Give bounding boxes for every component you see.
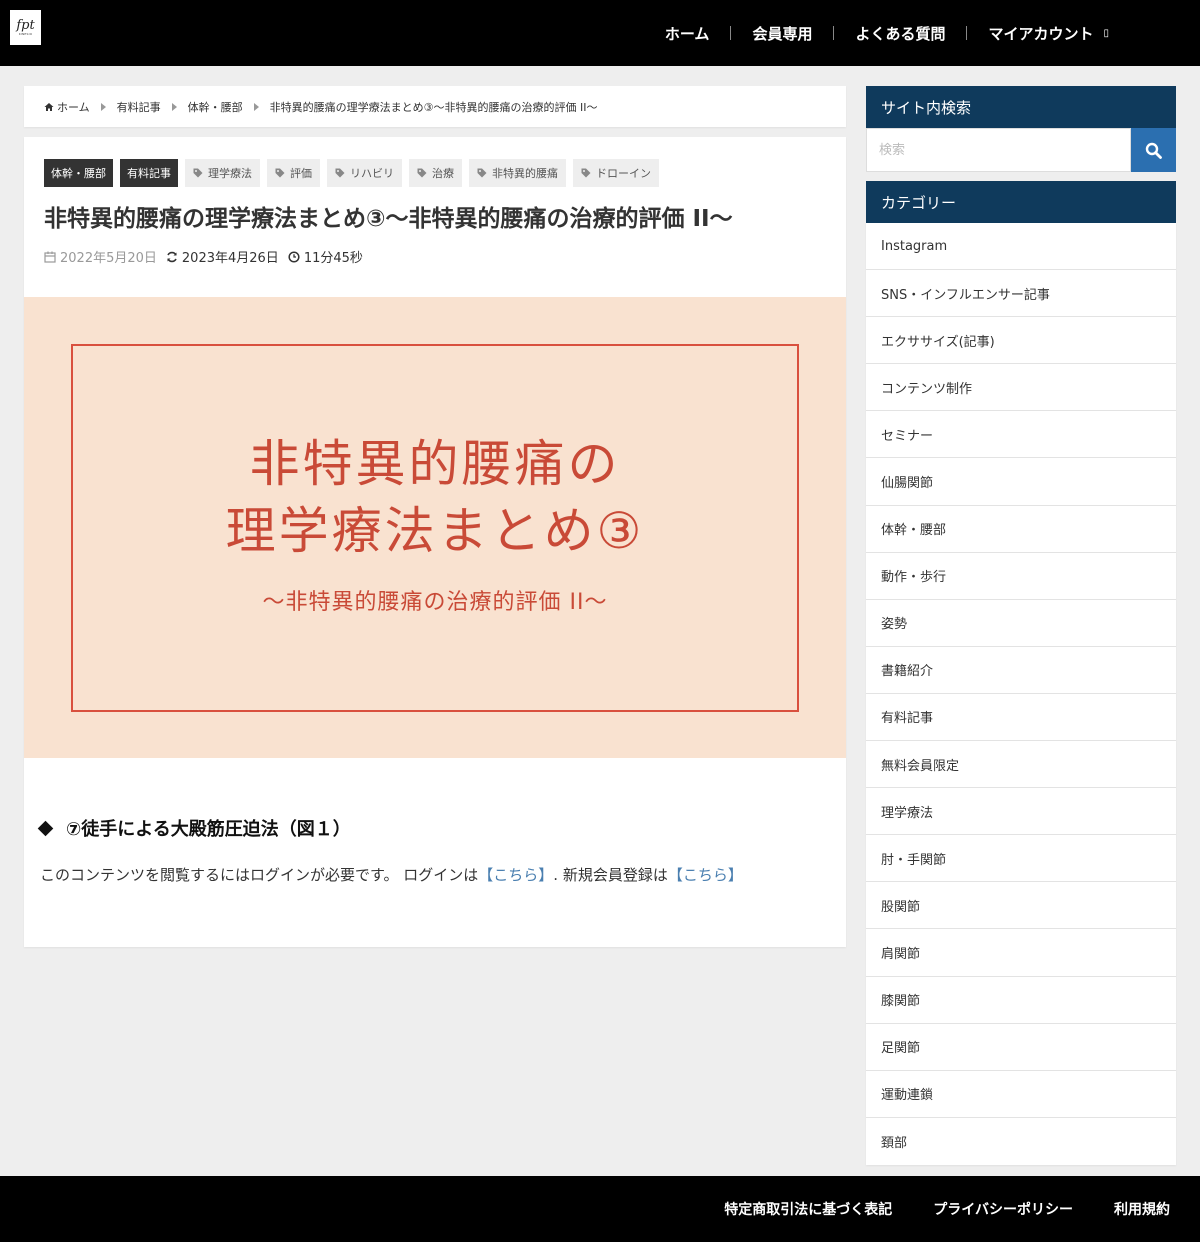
main-nav: ホーム 会員専用 よくある質問 マイアカウント ▯ <box>644 0 1130 66</box>
login-required-notice: このコンテンツを閲覧するにはログインが必要です。 ログインは【こちら】. 新規会… <box>40 864 743 885</box>
login-link[interactable]: 【こちら】 <box>478 866 553 884</box>
category-list-item[interactable]: 無料会員限定 <box>866 741 1176 789</box>
tag-text: 理学療法 <box>208 167 252 180</box>
breadcrumb-arrow-icon <box>100 102 106 111</box>
search-button[interactable] <box>1131 128 1176 172</box>
eyecatch-title-line-2: 理学療法まとめ③ <box>225 502 645 560</box>
tag-icon <box>477 168 487 178</box>
tag-text: ドローイン <box>596 167 651 180</box>
category-list-item[interactable]: セミナー <box>866 411 1176 459</box>
breadcrumb-paid-articles[interactable]: 有料記事 <box>117 99 161 115</box>
search-form <box>866 128 1176 172</box>
tag-icon <box>275 168 285 178</box>
breadcrumb-home[interactable]: ホーム <box>44 99 90 115</box>
category-widget-heading: カテゴリー <box>866 181 1176 223</box>
tag-icon <box>335 168 345 178</box>
tag-label[interactable]: 評価 <box>267 159 320 187</box>
updated-date-text: 2023年4月26日 <box>181 251 279 266</box>
tag-text: リハビリ <box>350 167 394 180</box>
category-list-item[interactable]: 書籍紹介 <box>866 647 1176 694</box>
tag-icon <box>417 168 427 178</box>
breadcrumb-arrow-icon <box>171 102 177 111</box>
home-icon <box>44 102 54 111</box>
category-list-item[interactable]: 股関節 <box>866 882 1176 930</box>
tag-label[interactable]: リハビリ <box>327 159 402 187</box>
category-list-item[interactable]: 仙腸関節 <box>866 458 1176 506</box>
tag-icon <box>581 168 591 178</box>
register-notice-text: . 新規会員登録は <box>553 866 668 884</box>
login-notice-text: このコンテンツを閲覧するにはログインが必要です。 ログインは <box>40 866 479 884</box>
tag-label[interactable]: 治療 <box>409 159 462 187</box>
category-list-item[interactable]: 姿勢 <box>866 600 1176 647</box>
nav-my-account[interactable]: マイアカウント ▯ <box>967 23 1130 44</box>
nav-faq[interactable]: よくある質問 <box>834 23 966 44</box>
logo-mark: fpt <box>16 18 35 33</box>
category-list-item[interactable]: コンテンツ制作 <box>866 364 1176 412</box>
category-list-item[interactable]: SNS・インフルエンサー記事 <box>866 270 1176 318</box>
category-list-item[interactable]: 体幹・腰部 <box>866 506 1176 553</box>
nav-members[interactable]: 会員専用 <box>731 23 833 44</box>
category-list-item[interactable]: 肩関節 <box>866 929 1176 977</box>
published-date: 2022年5月20日 <box>44 247 157 266</box>
updated-date: 2023年4月26日 <box>166 247 279 266</box>
category-list-item[interactable]: 肘・手関節 <box>866 835 1176 883</box>
category-list-item[interactable]: 膝関節 <box>866 977 1176 1024</box>
category-label[interactable]: 有料記事 <box>120 159 178 187</box>
refresh-icon <box>167 251 177 262</box>
footer-link-terms[interactable]: 利用規約 <box>1114 1199 1170 1219</box>
chevron-down-icon: ▯ <box>1103 27 1109 39</box>
register-link[interactable]: 【こちら】 <box>668 866 743 884</box>
site-logo[interactable]: fpt KINESIO <box>10 10 41 45</box>
article-title: 非特異的腰痛の理学療法まとめ③〜非特異的腰痛の治療的評価 II〜 <box>44 206 733 232</box>
nav-home[interactable]: ホーム <box>644 23 731 44</box>
clock-icon <box>288 250 300 263</box>
calendar-icon <box>44 251 56 263</box>
search-icon <box>1145 142 1162 159</box>
article-labels: 体幹・腰部 有料記事 理学療法 評価 リハビリ 治療 非特異的腰痛 ドローイン <box>44 159 659 187</box>
category-list-item[interactable]: エクササイズ(記事) <box>866 317 1176 365</box>
footer-link-commercial-law[interactable]: 特定商取引法に基づく表記 <box>724 1199 892 1219</box>
eyecatch-title-line-1: 非特異的腰痛の <box>249 435 621 493</box>
search-input[interactable] <box>866 128 1131 172</box>
eyecatch-subtitle: 〜非特異的腰痛の治療的評価 II〜 <box>262 590 608 615</box>
category-list-item[interactable]: 動作・歩行 <box>866 553 1176 600</box>
logo-subtext: KINESIO <box>18 32 33 36</box>
tag-text: 治療 <box>432 167 454 180</box>
category-list-item[interactable]: 運動連鎖 <box>866 1071 1176 1118</box>
tag-label[interactable]: 非特異的腰痛 <box>469 159 566 187</box>
breadcrumb-arrow-icon <box>253 102 259 111</box>
diamond-bullet-icon <box>37 820 54 836</box>
eyecatch-frame: 非特異的腰痛の 理学療法まとめ③ 〜非特異的腰痛の治療的評価 II〜 <box>71 344 799 712</box>
category-list-item[interactable]: Instagram <box>866 223 1176 271</box>
read-time-text: 11分45秒 <box>303 251 363 266</box>
footer-link-privacy-policy[interactable]: プライバシーポリシー <box>933 1199 1073 1219</box>
section-heading: ⑦徒手による大殿筋圧迫法（図１） <box>36 815 351 841</box>
site-footer: 特定商取引法に基づく表記 プライバシーポリシー 利用規約 <box>0 1176 1200 1242</box>
category-label[interactable]: 体幹・腰部 <box>44 159 113 187</box>
site-header: fpt KINESIO ホーム 会員専用 よくある質問 マイアカウント ▯ <box>0 0 1200 66</box>
search-widget-heading: サイト内検索 <box>866 86 1176 128</box>
tag-label[interactable]: ドローイン <box>573 159 659 187</box>
breadcrumb-home-label: ホーム <box>57 100 90 114</box>
category-list-item[interactable]: 有料記事 <box>866 694 1176 742</box>
tag-text: 非特異的腰痛 <box>492 167 558 180</box>
nav-my-account-label: マイアカウント <box>988 24 1094 43</box>
category-list: Instagram SNS・インフルエンサー記事 エクササイズ(記事) コンテンツ制作… <box>866 223 1176 1165</box>
category-list-item[interactable]: 頚部 <box>866 1118 1176 1165</box>
breadcrumb-trunk-lumbar[interactable]: 体幹・腰部 <box>188 99 243 115</box>
read-time: 11分45秒 <box>288 247 363 266</box>
category-list-item[interactable]: 足関節 <box>866 1024 1176 1071</box>
category-list-item[interactable]: 理学療法 <box>866 788 1176 836</box>
article-meta: 2022年5月20日 2023年4月26日 11分45秒 <box>44 247 363 266</box>
breadcrumb-current: 非特異的腰痛の理学療法まとめ③〜非特異的腰痛の治療的評価 II〜 <box>269 100 598 114</box>
article-card: 体幹・腰部 有料記事 理学療法 評価 リハビリ 治療 非特異的腰痛 ドローイン … <box>24 137 846 947</box>
eyecatch-image: 非特異的腰痛の 理学療法まとめ③ 〜非特異的腰痛の治療的評価 II〜 <box>24 297 846 758</box>
breadcrumb: ホーム 有料記事 体幹・腰部 非特異的腰痛の理学療法まとめ③〜非特異的腰痛の治療… <box>24 86 846 127</box>
section-heading-text: ⑦徒手による大殿筋圧迫法（図１） <box>66 819 351 840</box>
tag-icon <box>193 168 203 178</box>
tag-text: 評価 <box>290 167 312 180</box>
published-date-text: 2022年5月20日 <box>60 251 157 266</box>
tag-label[interactable]: 理学療法 <box>185 159 260 187</box>
